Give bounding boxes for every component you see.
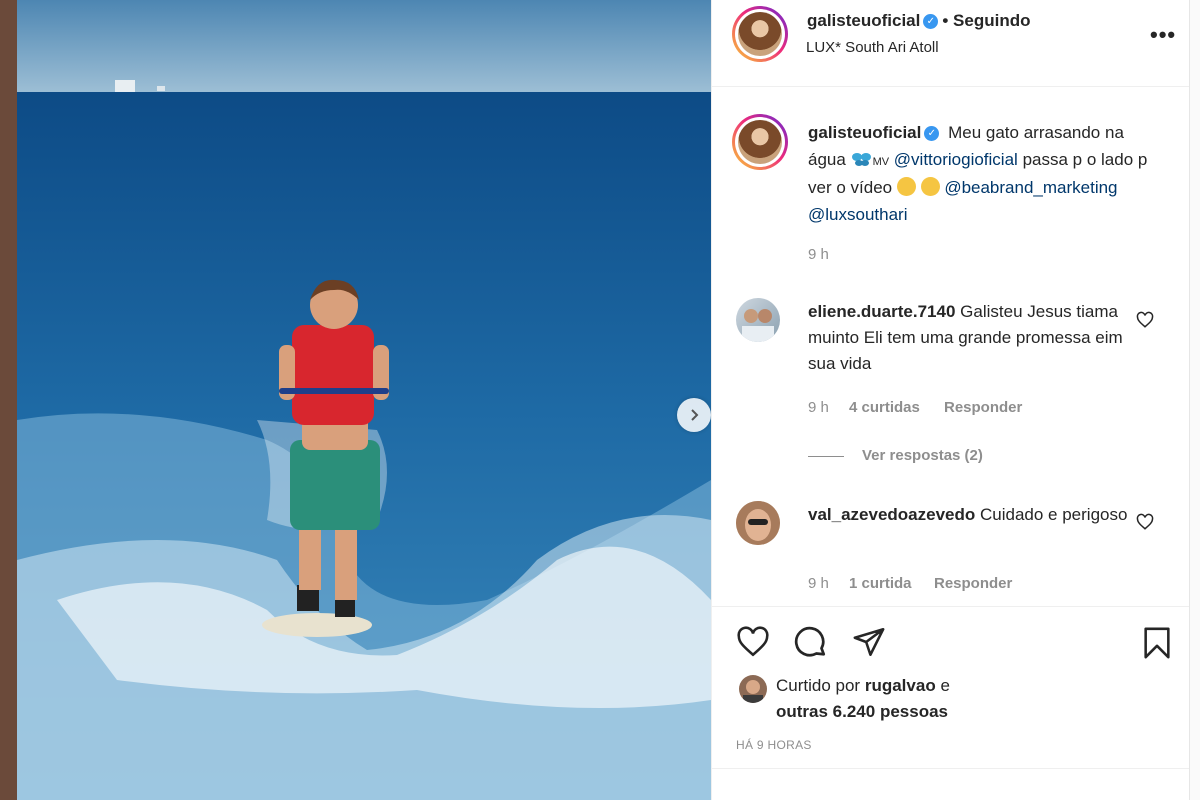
liker-photo [739,675,767,703]
post-location[interactable]: LUX* South Ari Atoll [806,39,939,56]
distant-ship [115,80,135,92]
header-divider [712,86,1189,87]
caption-author-avatar[interactable] [732,114,788,170]
comment-time[interactable]: 9 h [808,575,829,592]
post-photo[interactable] [17,0,711,800]
bottom-divider [712,768,1189,769]
author-avatar[interactable] [732,6,788,62]
background-strip-left [0,0,17,800]
comment-1: eliene.duarte.7140 Galisteu Jesus tiama … [808,299,1130,377]
commenter-avatar[interactable] [736,501,780,545]
likes-user[interactable]: rugalvao [865,676,936,695]
like-comment-heart-icon[interactable] [1136,311,1154,329]
actions-divider [712,606,1189,607]
comment-username[interactable]: eliene.duarte.7140 [808,302,955,321]
butterfly-emoji-icon [851,152,871,166]
verified-badge-icon: ✓ [923,14,939,30]
share-paper-plane-icon[interactable] [851,625,887,659]
post-timestamp[interactable]: HÁ 9 HORAS [736,738,812,752]
author-avatar-image [738,12,782,56]
next-photo-button[interactable] [677,398,711,432]
comment-likes[interactable]: 4 curtidas [849,399,920,416]
commenter-avatar[interactable] [736,298,780,342]
more-options-button[interactable]: ••• [1150,22,1176,48]
reply-button[interactable]: Responder [944,399,1022,416]
caption-mv: MV [872,155,890,168]
likes-prefix: Curtido por [776,676,861,695]
verified-badge-icon: ✓ [924,126,940,142]
chevron-right-icon [691,409,699,421]
save-bookmark-icon[interactable] [1140,624,1174,662]
likes-summary: Curtido por rugalvao e outras 6.240 pess… [776,673,950,725]
caption-avatar-image [738,120,782,164]
comment-username[interactable]: val_azevedoazevedo [808,505,975,524]
comment-likes[interactable]: 1 curtida [849,575,912,592]
like-comment-heart-icon[interactable] [1136,513,1154,531]
liker-avatar[interactable] [739,675,767,703]
background-strip-right [1189,0,1200,800]
caption-username[interactable]: galisteuoficial [808,123,921,142]
view-replies-button[interactable]: Ver respostas (2) [808,447,983,464]
author-username[interactable]: galisteuoficial [807,11,920,30]
view-replies-label: Ver respostas (2) [862,447,983,464]
mention-beabrand-marketing[interactable]: @beabrand_marketing [944,178,1117,197]
comment-text: Cuidado e perigoso [980,505,1128,524]
like-heart-icon[interactable] [735,625,771,659]
zany-face-emoji-icon [920,177,940,196]
wakeboard-photo [17,0,711,800]
comment-time[interactable]: 9 h [808,399,829,416]
commenter-photo [736,501,780,545]
likes-and: e [940,676,950,695]
scream-emoji-icon [896,177,916,196]
post-header: galisteuoficial ✓ • Seguindo [807,10,1031,32]
distant-boat [157,86,165,91]
mention-luxsouthari[interactable]: @luxsouthari [808,205,907,224]
comment-2: val_azevedoazevedo Cuidado e perigoso [808,502,1130,528]
commenter-photo [742,309,774,342]
likes-others[interactable]: outras 6.240 pessoas [776,702,948,721]
comment-bubble-icon[interactable] [793,625,829,661]
caption-time[interactable]: 9 h [808,246,829,263]
follow-status[interactable]: • Seguindo [942,11,1030,30]
replies-dash [808,455,844,457]
reply-button[interactable]: Responder [934,575,1012,592]
mention-vittoriogioficial[interactable]: @vittoriogioficial [894,150,1018,169]
post-caption: galisteuoficial ✓ Meu gato arrasando na á… [808,120,1158,228]
